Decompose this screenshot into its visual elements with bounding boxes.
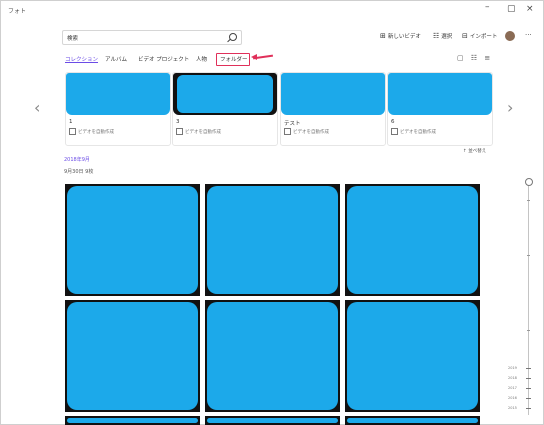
album-next-button[interactable]: ›	[507, 98, 513, 117]
date-group-header[interactable]: 2018年9月	[64, 156, 90, 163]
album-subtitle: ビデオを自動作成	[391, 128, 436, 135]
timeline-tick	[526, 398, 531, 399]
title-bar: フォト – ▢ ×	[0, 0, 544, 26]
timeline-tick	[526, 378, 531, 379]
photo-tile[interactable]	[345, 300, 480, 412]
view-options: ▢ ☷ ≡	[452, 54, 490, 62]
select-button[interactable]: ☷ 選択	[433, 32, 452, 40]
album-subtitle: ビデオを自動作成	[176, 128, 221, 135]
list-view-icon[interactable]: ≡	[484, 54, 490, 62]
album-subtitle: ビデオを自動作成	[69, 128, 114, 135]
timeline-year-label[interactable]: 2016	[508, 396, 517, 400]
timeline-year-label[interactable]: 2015	[508, 406, 517, 410]
timeline-year-label[interactable]: 2018	[508, 376, 517, 380]
select-icon: ☷	[433, 32, 440, 40]
new-video-icon: ⊞	[380, 32, 386, 40]
avatar[interactable]	[505, 31, 515, 41]
search-icon[interactable]	[229, 33, 237, 41]
app-title: フォト	[8, 8, 27, 15]
album-card[interactable]: テスト ビデオを自動作成	[280, 72, 386, 146]
sort-button[interactable]: ↑ 並べ替え	[463, 148, 486, 154]
tab-video-project[interactable]: ビデオ プロジェクト	[138, 55, 189, 63]
photo-tile[interactable]	[205, 184, 340, 296]
auto-video-icon	[69, 128, 76, 135]
photo-tile[interactable]	[345, 416, 480, 425]
minimize-button[interactable]: –	[485, 2, 490, 12]
album-thumbnail	[388, 73, 492, 115]
album-thumbnail	[173, 73, 277, 115]
more-button[interactable]: ···	[525, 31, 532, 39]
photo-tile[interactable]	[65, 300, 200, 412]
timeline-scrubber[interactable]	[528, 182, 529, 415]
timeline-marker	[527, 200, 530, 201]
photo-tile[interactable]	[65, 184, 200, 296]
tab-people[interactable]: 人物	[196, 55, 207, 63]
auto-video-icon	[391, 128, 398, 135]
timeline-tick	[526, 388, 531, 389]
grid-view-icon[interactable]: ☷	[471, 54, 477, 62]
timeline-marker	[527, 255, 530, 256]
auto-video-icon	[176, 128, 183, 135]
search-input[interactable]	[67, 31, 217, 44]
import-icon: ⊟	[462, 32, 468, 40]
timeline-handle[interactable]	[525, 178, 533, 186]
annotation-arrow-head	[251, 54, 257, 60]
album-thumbnail	[281, 73, 385, 115]
album-title: 1	[69, 119, 73, 125]
timeline-year-label[interactable]: 2017	[508, 386, 517, 390]
timeline-year-label[interactable]: 2019	[508, 366, 517, 370]
album-card[interactable]: 6 ビデオを自動作成	[387, 72, 493, 146]
search-box[interactable]	[62, 30, 242, 45]
album-card[interactable]: 1 ビデオを自動作成	[65, 72, 171, 146]
photo-tile[interactable]	[205, 300, 340, 412]
timeline-marker	[527, 330, 530, 331]
album-prev-button[interactable]: ‹	[34, 98, 40, 117]
album-thumbnail	[66, 73, 170, 115]
tab-collection[interactable]: コレクション	[65, 55, 98, 63]
filter-icon[interactable]: ▢	[457, 54, 464, 62]
timeline-tick	[526, 408, 531, 409]
tab-album[interactable]: アルバム	[105, 55, 127, 63]
close-button[interactable]: ×	[526, 4, 534, 14]
new-video-button[interactable]: ⊞ 新しいビデオ	[380, 32, 421, 40]
album-title: テスト	[284, 121, 301, 127]
import-button[interactable]: ⊟ インポート	[462, 32, 497, 40]
photo-tile[interactable]	[205, 416, 340, 425]
album-title: 3	[176, 119, 180, 125]
auto-video-icon	[284, 128, 291, 135]
maximize-button[interactable]: ▢	[507, 4, 516, 14]
photo-tile[interactable]	[345, 184, 480, 296]
folder-tab-highlight	[216, 53, 250, 66]
album-card[interactable]: 3 ビデオを自動作成	[172, 72, 278, 146]
album-subtitle: ビデオを自動作成	[284, 128, 329, 135]
photo-tile[interactable]	[65, 416, 200, 425]
album-title: 6	[391, 119, 395, 125]
date-group-subheader: 9月30日 9枚	[64, 169, 94, 175]
timeline-tick	[526, 368, 531, 369]
